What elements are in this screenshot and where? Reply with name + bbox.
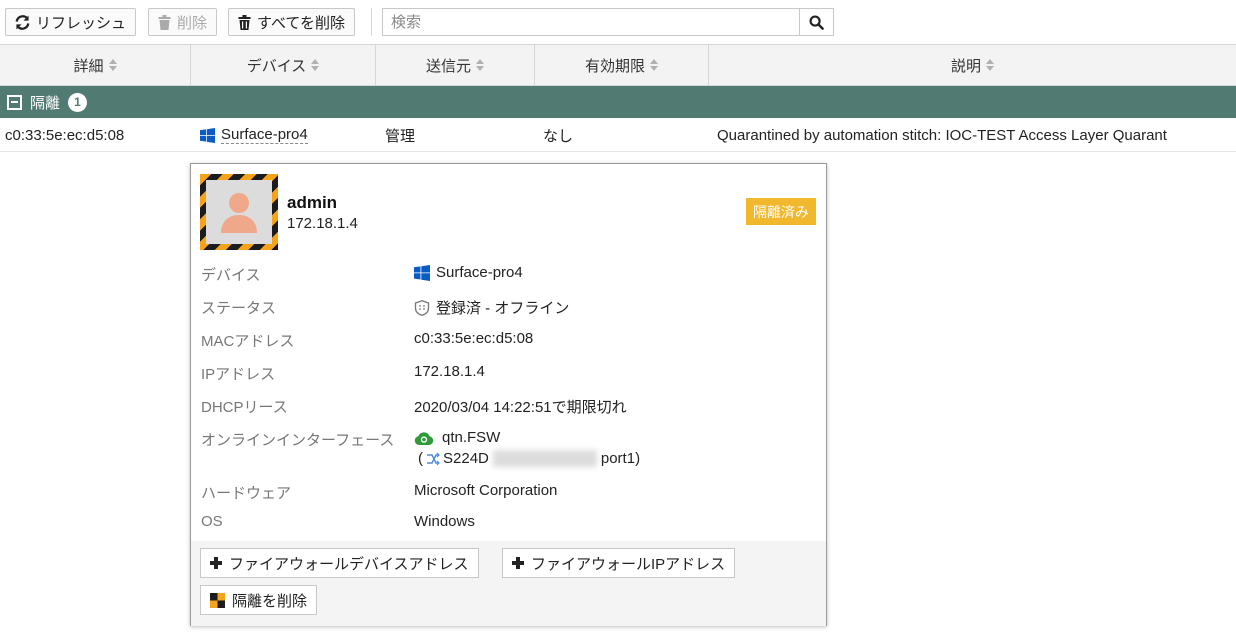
group-row-quarantine[interactable]: 隔離 1 (0, 86, 1236, 118)
mac-label: MACアドレス (201, 333, 295, 350)
trash-icon (238, 14, 251, 30)
search-icon (809, 15, 824, 30)
group-label: 隔離 (30, 94, 61, 112)
plus-icon (210, 557, 222, 569)
column-header-label: 説明 (950, 57, 981, 75)
sort-icon (108, 59, 117, 71)
search-input[interactable] (383, 9, 799, 35)
device-label: デバイス (201, 267, 261, 284)
hardware-label: ハードウェア (201, 485, 292, 502)
column-header-detail[interactable]: 詳細 (0, 45, 191, 85)
search-box (382, 8, 834, 36)
quarantine-icon (210, 592, 225, 608)
trash-icon (158, 14, 171, 30)
os-value: Windows (414, 513, 475, 530)
refresh-button[interactable]: リフレッシュ (5, 8, 137, 36)
status-value-text: 登録済 - オフライン (436, 300, 570, 317)
redacted-serial (492, 450, 597, 467)
toolbar: リフレッシュ 削除 すべてを削除 (0, 0, 1236, 45)
os-label: OS (201, 513, 223, 530)
cell-expiry: なし (543, 127, 574, 145)
delete-label: 削除 (177, 14, 208, 32)
remove-quarantine-button[interactable]: 隔離を削除 (200, 585, 318, 615)
delete-all-button[interactable]: すべてを削除 (228, 8, 356, 36)
delete-all-label: すべてを削除 (257, 14, 346, 32)
quarantined-badge: 隔離済み (746, 198, 816, 225)
column-header-expiry[interactable]: 有効期限 (535, 45, 709, 85)
interface-port-value: ( S224D port1) (418, 450, 640, 467)
remove-quarantine-label: 隔離を削除 (232, 592, 308, 610)
collapse-icon[interactable] (7, 94, 22, 110)
add-firewall-ip-address-button[interactable]: ファイアウォールIPアドレス (502, 548, 736, 578)
toolbar-divider (371, 8, 372, 36)
column-header-description[interactable]: 説明 (709, 45, 1236, 85)
ip-label: IPアドレス (201, 366, 276, 383)
dhcp-label: DHCPリース (201, 399, 288, 416)
group-count-badge: 1 (68, 92, 88, 112)
column-header-source[interactable]: 送信元 (376, 45, 535, 85)
interface-switch-suffix: port1) (600, 450, 641, 467)
column-header-label: 詳細 (73, 57, 104, 75)
windows-icon (200, 127, 215, 143)
sort-icon (986, 59, 994, 71)
device-details-popup: admin 172.18.1.4 隔離済み デバイス Surface-pro4 … (190, 163, 827, 626)
add-firewall-ip-address-label: ファイアウォールIPアドレス (531, 555, 726, 573)
column-header-label: デバイス (246, 57, 307, 75)
windows-icon (414, 264, 430, 281)
plus-icon (512, 557, 524, 569)
ip-value: 172.18.1.4 (414, 363, 485, 380)
interface-switch-prefix: S224D (443, 450, 489, 467)
cloud-icon (414, 431, 434, 445)
table-header: 詳細 デバイス 送信元 有効期限 説明 (0, 45, 1236, 86)
delete-button[interactable]: 削除 (148, 8, 218, 36)
shield-icon (414, 299, 430, 316)
cell-device[interactable]: Surface-pro4 (200, 118, 376, 152)
mac-value: c0:33:5e:ec:d5:08 (414, 330, 534, 347)
add-firewall-device-address-button[interactable]: ファイアウォールデバイスアドレス (200, 548, 479, 578)
status-value: 登録済 - オフライン (414, 297, 569, 318)
avatar (200, 174, 278, 250)
user-icon (221, 193, 257, 233)
interface-value: qtn.FSW (414, 429, 500, 446)
column-header-label: 有効期限 (584, 57, 645, 75)
add-firewall-device-address-label: ファイアウォールデバイスアドレス (229, 555, 469, 573)
dhcp-value: 2020/03/04 14:22:51で期限切れ (414, 399, 627, 416)
refresh-icon (15, 14, 30, 30)
interface-value-1: qtn.FSW (442, 429, 501, 446)
device-link[interactable]: Surface-pro4 (221, 126, 308, 144)
sort-icon (476, 59, 484, 71)
device-value: Surface-pro4 (414, 264, 523, 281)
column-header-label: 送信元 (425, 57, 471, 75)
hardware-value: Microsoft Corporation (414, 482, 558, 499)
interface-label: オンラインインターフェース (201, 432, 395, 449)
table-row[interactable]: c0:33:5e:ec:d5:08 Surface-pro4 管理 なし Qua… (0, 118, 1236, 152)
device-value-text: Surface-pro4 (436, 264, 523, 281)
switch-icon (427, 452, 440, 465)
sort-icon (650, 59, 658, 71)
column-header-device[interactable]: デバイス (191, 45, 376, 85)
sort-icon (311, 59, 320, 71)
user-ip: 172.18.1.4 (287, 215, 358, 232)
cell-source: 管理 (385, 127, 416, 145)
cell-description: Quarantined by automation stitch: IOC-TE… (717, 126, 1167, 144)
user-name: admin (287, 193, 338, 212)
search-button[interactable] (799, 9, 833, 35)
status-label: ステータス (201, 300, 277, 317)
refresh-label: リフレッシュ (36, 14, 127, 32)
interface-paren: ( (418, 450, 423, 467)
cell-detail: c0:33:5e:ec:d5:08 (5, 126, 125, 144)
popup-actions: ファイアウォールデバイスアドレス ファイアウォールIPアドレス 隔離を削除 (191, 541, 826, 626)
